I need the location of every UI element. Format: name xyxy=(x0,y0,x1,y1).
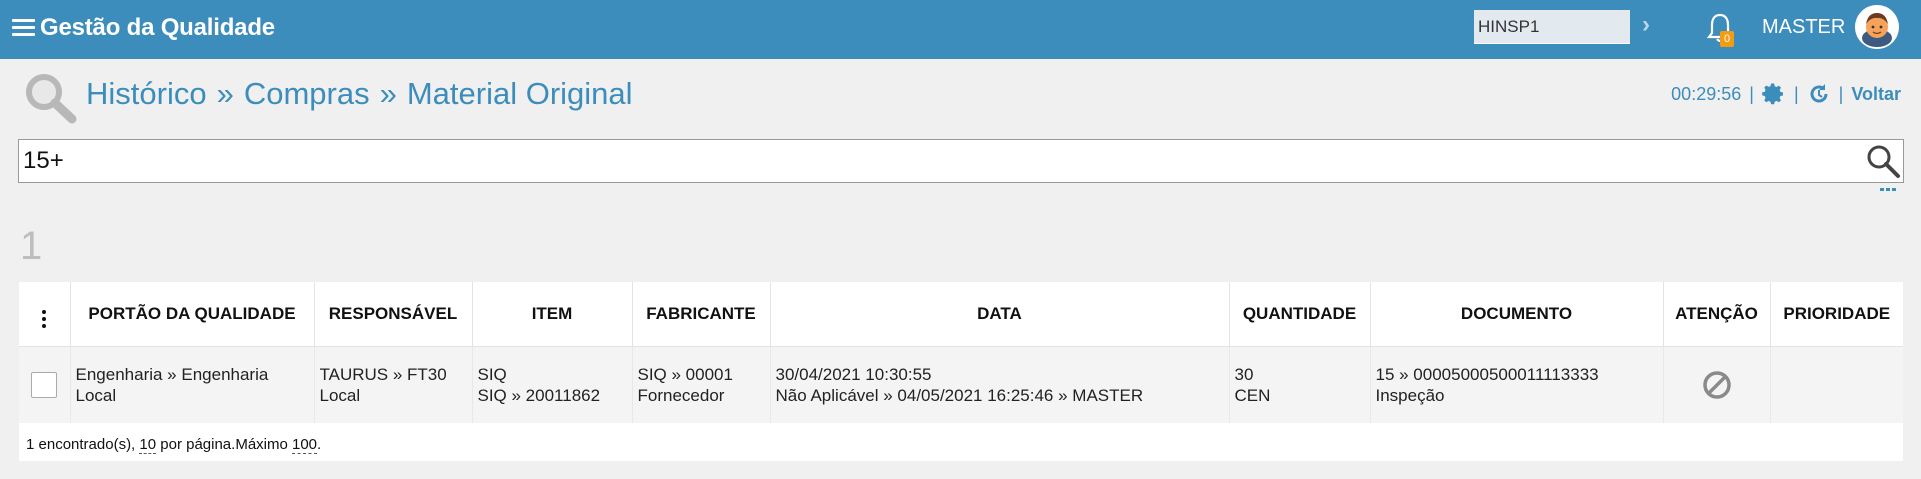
cell-line: SIQ » 20011862 xyxy=(477,385,601,405)
results-table: PORTÃO DA QUALIDADE RESPONSÁVEL ITEM FAB… xyxy=(19,282,1903,461)
unit-input[interactable] xyxy=(1474,10,1630,44)
header-tools: 00:29:56 | | | Voltar xyxy=(1671,82,1901,106)
cell-portao: Engenharia » Engenharia Local xyxy=(70,346,315,423)
cell-line: Local xyxy=(75,385,117,405)
cell-line: Inspeção xyxy=(1375,385,1445,405)
cell-item: SIQ SIQ » 20011862 xyxy=(472,346,633,423)
search-icon xyxy=(26,74,77,124)
result-count: 1 xyxy=(20,224,43,268)
cell-line: SIQ » 00001 xyxy=(637,364,733,384)
cell-line: 30 xyxy=(1234,364,1254,384)
cell-line: Fornecedor xyxy=(637,385,725,405)
column-header-atencao[interactable]: ATENÇÃO xyxy=(1663,282,1771,347)
cell-line: 30/04/2021 10:30:55 xyxy=(775,364,932,384)
avatar[interactable] xyxy=(1855,5,1899,49)
divider: | xyxy=(1793,83,1799,104)
divider: | xyxy=(1749,83,1754,104)
cell-atencao xyxy=(1663,346,1771,423)
cell-line: TAURUS » FT30 xyxy=(319,364,447,384)
breadcrumb-separator: » xyxy=(379,76,397,111)
cell-line: Engenharia » Engenharia xyxy=(75,364,269,384)
search-input[interactable] xyxy=(23,142,1853,180)
breadcrumb-item-material-original: Material Original xyxy=(406,76,633,111)
user-name[interactable]: MASTER xyxy=(1762,16,1845,39)
menu-icon[interactable] xyxy=(12,19,35,37)
cell-fabricante: SIQ » 00001 Fornecedor xyxy=(632,346,771,423)
search-icon[interactable] xyxy=(1865,143,1901,179)
breadcrumb-separator: » xyxy=(216,76,234,111)
more-options-icon[interactable] xyxy=(1880,188,1898,198)
divider: | xyxy=(1838,83,1844,104)
top-bar: Gestão da Qualidade › 0 MASTER xyxy=(0,0,1921,59)
per-page-text: por página.Máximo xyxy=(156,436,292,453)
notification-badge: 0 xyxy=(1720,31,1734,47)
cell-line: 15 » 00005000500011113333 xyxy=(1375,364,1599,384)
cell-quantidade: 30 CEN xyxy=(1229,346,1371,423)
chevron-right-icon[interactable]: › xyxy=(1642,11,1666,39)
column-header-quantidade[interactable]: QUANTIDADE xyxy=(1229,282,1371,347)
column-menu[interactable] xyxy=(19,282,71,347)
block-icon xyxy=(1702,371,1731,399)
breadcrumb-item-compras[interactable]: Compras xyxy=(244,76,370,111)
cell-data: 30/04/2021 10:30:55 Não Aplicável » 04/05… xyxy=(770,346,1230,423)
back-button[interactable]: Voltar xyxy=(1851,84,1901,105)
gear-icon[interactable] xyxy=(1762,82,1786,106)
cell-line: Local xyxy=(319,385,361,405)
kebab-menu-icon[interactable] xyxy=(42,310,47,329)
row-checkbox[interactable] xyxy=(31,371,58,398)
column-header-data[interactable]: DATA xyxy=(770,282,1230,347)
footer-end: . xyxy=(317,436,322,453)
table-header-row: PORTÃO DA QUALIDADE RESPONSÁVEL ITEM FAB… xyxy=(19,282,1903,347)
breadcrumb: Histórico » Compras » Material Original xyxy=(86,76,633,112)
app-title[interactable]: Gestão da Qualidade xyxy=(40,14,275,42)
per-page-selector[interactable]: 10 xyxy=(139,436,157,454)
search-box xyxy=(18,139,1904,183)
max-results-selector[interactable]: 100 xyxy=(292,436,318,454)
cell-line: Não Aplicável » 04/05/2021 16:25:46 » MA… xyxy=(775,385,1144,405)
column-header-responsavel[interactable]: RESPONSÁVEL xyxy=(314,282,473,347)
pagination-info: 1 encontrado(s), 10 por página.Máximo 10… xyxy=(26,436,322,454)
cell-line: CEN xyxy=(1234,385,1271,405)
refresh-icon[interactable] xyxy=(1807,82,1831,106)
cell-prioridade xyxy=(1770,346,1903,423)
column-header-item[interactable]: ITEM xyxy=(472,282,633,347)
column-header-documento[interactable]: DOCUMENTO xyxy=(1370,282,1664,347)
cell-documento: 15 » 00005000500011113333 Inspeção xyxy=(1370,346,1664,423)
cell-line: SIQ xyxy=(477,364,507,384)
column-header-fabricante[interactable]: FABRICANTE xyxy=(632,282,771,347)
found-text: 1 encontrado(s), xyxy=(26,436,140,453)
session-clock: 00:29:56 xyxy=(1671,83,1742,104)
table-row[interactable]: Engenharia » Engenharia Local TAURUS » FT… xyxy=(19,346,1903,423)
row-select-cell xyxy=(19,346,71,423)
breadcrumb-item-historico[interactable]: Histórico xyxy=(86,76,207,111)
cell-responsavel: TAURUS » FT30 Local xyxy=(314,346,473,423)
column-header-prioridade[interactable]: PRIORIDADE xyxy=(1770,282,1903,347)
column-header-portao[interactable]: PORTÃO DA QUALIDADE xyxy=(70,282,315,347)
